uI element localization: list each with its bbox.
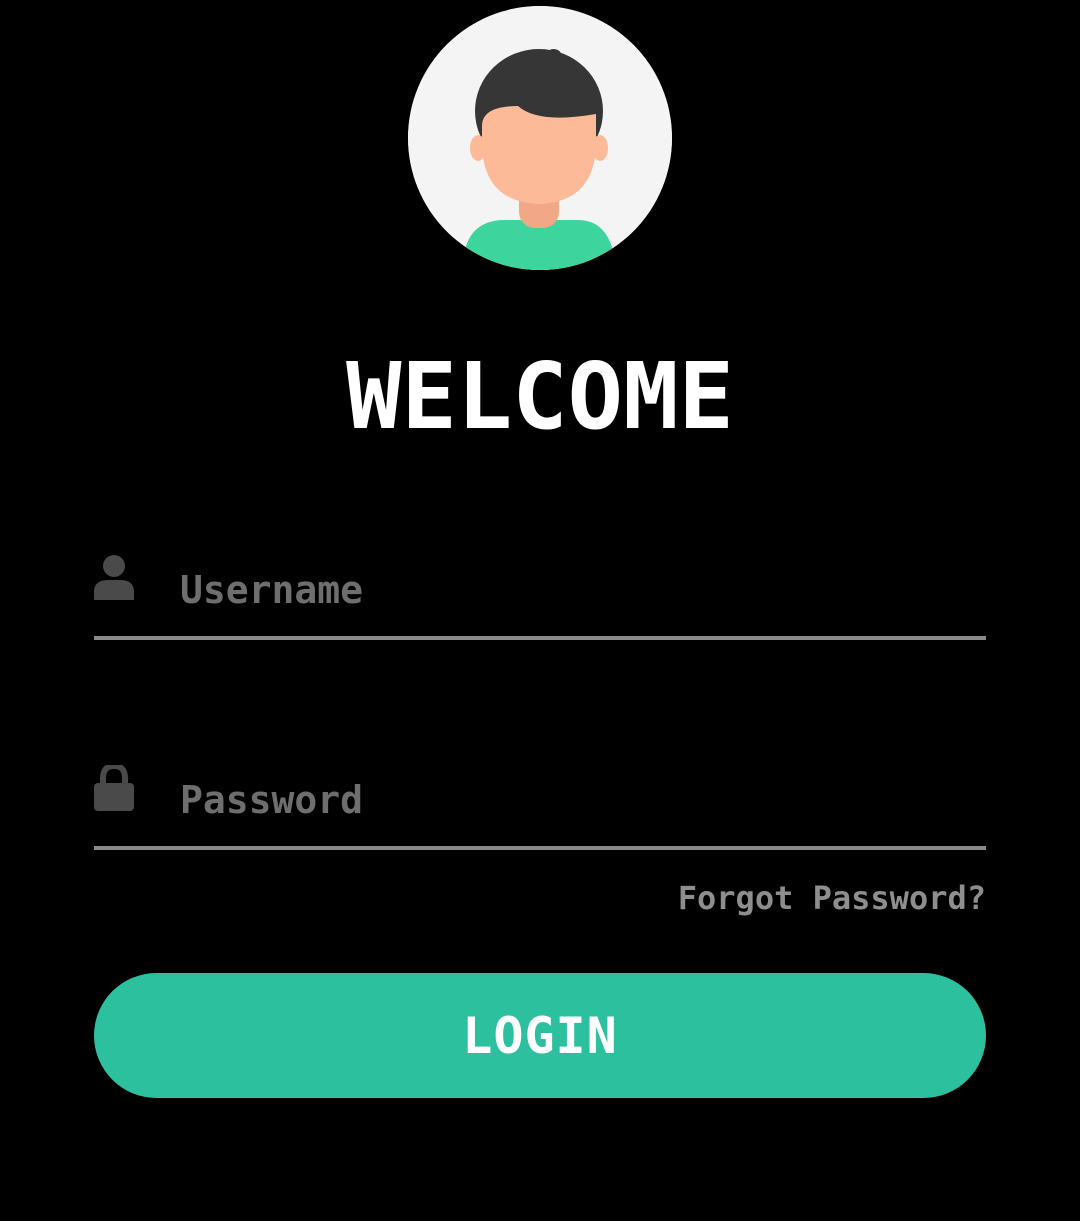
username-underline [94, 636, 986, 640]
avatar [408, 6, 672, 270]
login-button[interactable]: LOGIN [94, 973, 986, 1098]
password-underline [94, 846, 986, 850]
username-field [94, 550, 986, 640]
user-avatar-icon [408, 6, 672, 270]
forgot-password-link[interactable]: Forgot Password? [678, 876, 986, 920]
page-title: WELCOME [346, 343, 734, 450]
password-field [94, 760, 986, 850]
lock-icon [94, 762, 134, 811]
username-input[interactable] [180, 550, 970, 630]
password-input[interactable] [180, 760, 970, 840]
person-icon [94, 554, 134, 600]
